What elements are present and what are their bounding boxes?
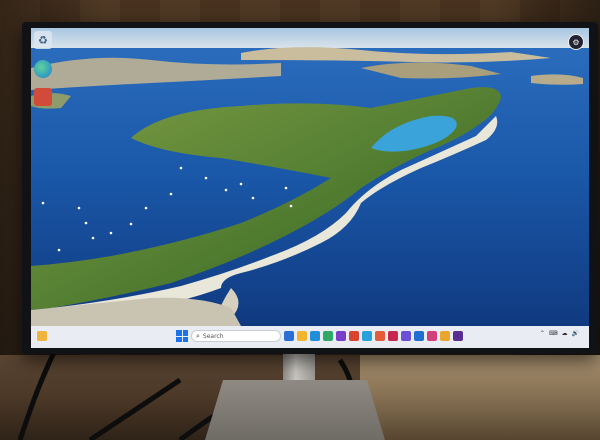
wallpaper-aerial-islands — [31, 28, 589, 326]
tray-overflow-icon[interactable]: ⌃ — [540, 330, 545, 337]
network-icon[interactable]: ☁ — [562, 330, 568, 337]
widgets-button[interactable] — [37, 331, 47, 341]
taskbar-app-icon[interactable] — [388, 331, 398, 341]
monitor: ♻ ⚙ ⌕ Search ⌃ ⌨ ☁ 🔊 — [22, 22, 598, 354]
taskbar-app-icon[interactable] — [375, 331, 385, 341]
recycle-bin-icon[interactable]: ♻ — [34, 31, 52, 49]
taskbar-app-icon[interactable] — [362, 331, 372, 341]
search-icon: ⌕ — [196, 331, 200, 340]
taskbar-app-icon[interactable] — [414, 331, 424, 341]
taskbar-search-box[interactable]: ⌕ Search — [191, 330, 281, 342]
screen: ♻ ⚙ ⌕ Search ⌃ ⌨ ☁ 🔊 — [31, 28, 589, 348]
taskbar-app-icon[interactable] — [427, 331, 437, 341]
taskbar-app-icon[interactable] — [401, 331, 411, 341]
cable-left — [17, 338, 63, 440]
volume-icon[interactable]: 🔊 — [572, 330, 579, 337]
taskbar: ⌕ Search ⌃ ⌨ ☁ 🔊 — [31, 326, 589, 348]
app-shortcut-icon[interactable] — [34, 88, 52, 106]
taskbar-pinned-apps — [284, 331, 463, 341]
taskbar-app-icon[interactable] — [440, 331, 450, 341]
recycle-bin-glyph: ♻ — [38, 33, 48, 47]
taskbar-app-icon[interactable] — [323, 331, 333, 341]
start-button[interactable] — [176, 330, 188, 342]
cable-mid — [88, 377, 182, 440]
taskbar-app-icon[interactable] — [453, 331, 463, 341]
system-tray: ⌃ ⌨ ☁ 🔊 — [540, 330, 583, 337]
taskbar-app-icon[interactable] — [284, 331, 294, 341]
keyboard-icon[interactable]: ⌨ — [549, 330, 558, 337]
monitor-stand-base — [205, 380, 385, 440]
taskbar-app-icon[interactable] — [297, 331, 307, 341]
settings-circle-icon[interactable]: ⚙ — [568, 34, 584, 50]
taskbar-app-icon[interactable] — [336, 331, 346, 341]
taskbar-center: ⌕ Search — [176, 330, 463, 342]
search-placeholder: Search — [202, 332, 224, 340]
taskbar-app-icon[interactable] — [349, 331, 359, 341]
taskbar-app-icon[interactable] — [310, 331, 320, 341]
weather-widget-icon — [37, 331, 47, 341]
edge-browser-icon[interactable] — [34, 60, 52, 78]
